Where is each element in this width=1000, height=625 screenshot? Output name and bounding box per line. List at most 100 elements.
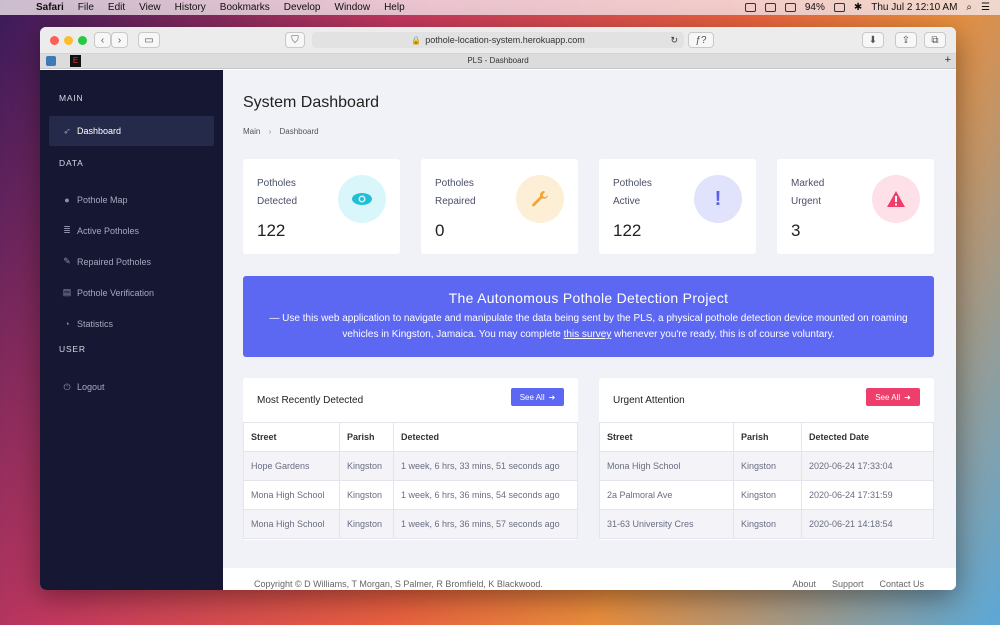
wifi-icon[interactable]	[784, 3, 796, 12]
see-all-recent-button[interactable]: See All ➜	[511, 388, 564, 406]
warning-icon	[872, 175, 920, 223]
column-header[interactable]: Parish	[339, 422, 394, 452]
stat-card-value: 3	[791, 221, 801, 240]
cell-parish: Kingston	[339, 509, 394, 539]
stat-label-line1: Potholes	[613, 178, 652, 189]
breadcrumb-main[interactable]: Main	[243, 127, 260, 136]
pie-chart-icon: ◔	[64, 318, 70, 329]
sidebar-section-main: MAIN	[59, 93, 84, 103]
status-area: 94% ✱ Thu Jul 2 12:10 AM ⌕ ☰	[744, 0, 990, 15]
tab-bar: E PLS - Dashboard +	[40, 54, 956, 69]
sidebar-item-pothole-verification[interactable]: ▤ Pothole Verification	[40, 277, 223, 308]
new-tab-button[interactable]: +	[945, 54, 951, 66]
recent-table: Street Parish Detected Hope Gardens King…	[243, 422, 578, 539]
see-all-label: See All	[519, 392, 545, 402]
menu-edit[interactable]: Edit	[108, 2, 125, 13]
column-header[interactable]: Parish	[733, 422, 802, 452]
urgent-table: Street Parish Detected Date Mona High Sc…	[599, 422, 934, 539]
stat-card-detected: Potholes Detected 122	[243, 159, 400, 254]
cell-date: 2020-06-24 17:31:59	[801, 480, 934, 510]
battery-icon[interactable]	[833, 3, 845, 12]
sidebar-toggle-icon[interactable]: ▭	[138, 32, 160, 48]
database-icon: ≣	[63, 225, 71, 235]
footer-link-about[interactable]: About	[792, 579, 816, 589]
browser-window: ‹ › ▭ ⛉ 🔒 pothole-location-system.heroku…	[40, 27, 956, 590]
share-icon[interactable]: ⇪	[895, 32, 917, 48]
power-icon: ⏻	[63, 381, 71, 392]
stat-label-line2: Repaired	[435, 196, 476, 207]
address-bar[interactable]: 🔒 pothole-location-system.herokuapp.com …	[312, 32, 684, 48]
footer-link-contact[interactable]: Contact Us	[879, 579, 924, 589]
sidebar-item-label: Repaired Potholes	[77, 256, 152, 267]
close-window-button[interactable]	[50, 36, 59, 45]
menu-window[interactable]: Window	[335, 2, 371, 13]
column-header[interactable]: Street	[243, 422, 340, 452]
menu-bookmarks[interactable]: Bookmarks	[220, 2, 270, 13]
table-row[interactable]: Mona High School Kingston 1 week, 6 hrs,…	[243, 509, 578, 539]
menu-help[interactable]: Help	[384, 2, 405, 13]
sidebar-item-label: Pothole Verification	[77, 287, 155, 298]
sidebar-item-repaired-potholes[interactable]: ✎ Repaired Potholes	[40, 246, 223, 277]
clock[interactable]: Thu Jul 2 12:10 AM	[871, 2, 957, 13]
sidebar-item-dashboard[interactable]: ➶ Dashboard	[49, 116, 214, 146]
app-root: MAIN ➶ Dashboard DATA ● Pothole Map ≣ Ac…	[40, 70, 956, 590]
menu-file[interactable]: File	[78, 2, 94, 13]
zoom-window-button[interactable]	[78, 36, 87, 45]
bluetooth-icon[interactable]: ✱	[854, 2, 862, 13]
sidebar-item-label: Pothole Map	[77, 194, 128, 205]
table-row[interactable]: Mona High School Kingston 1 week, 6 hrs,…	[243, 480, 578, 510]
sidebar-item-label: Logout	[77, 382, 105, 392]
cell-parish: Kingston	[339, 451, 394, 481]
column-header[interactable]: Street	[599, 422, 734, 452]
font-button[interactable]: ƒ?	[688, 32, 714, 48]
minimize-window-button[interactable]	[64, 36, 73, 45]
sidebar-item-pothole-map[interactable]: ● Pothole Map	[40, 184, 223, 215]
survey-link[interactable]: this survey	[564, 329, 612, 340]
airplay-icon[interactable]	[764, 3, 776, 12]
forward-button[interactable]: ›	[111, 32, 128, 48]
see-all-label: See All	[875, 392, 901, 402]
menu-view[interactable]: View	[139, 2, 161, 13]
privacy-shield-icon[interactable]: ⛉	[285, 32, 305, 48]
cell-parish: Kingston	[733, 451, 802, 481]
table-row[interactable]: Hope Gardens Kingston 1 week, 6 hrs, 33 …	[243, 451, 578, 481]
cell-street: Mona High School	[243, 480, 340, 510]
stat-label-line1: Potholes	[435, 178, 474, 189]
downloads-icon[interactable]: ⬇	[862, 32, 884, 48]
creative-cloud-icon[interactable]	[744, 3, 756, 12]
table-row[interactable]: 31-63 University Cres Kingston 2020-06-2…	[599, 509, 934, 539]
table-row[interactable]: Mona High School Kingston 2020-06-24 17:…	[599, 451, 934, 481]
tabs-overview-icon[interactable]: ⧉	[924, 32, 946, 48]
active-tab-title[interactable]: PLS - Dashboard	[40, 56, 956, 65]
panel-title: Urgent Attention	[613, 395, 685, 406]
breadcrumb: Main › Dashboard	[243, 127, 319, 136]
sidebar-item-statistics[interactable]: ◔ Statistics	[40, 308, 223, 339]
cell-street: 2a Palmoral Ave	[599, 480, 734, 510]
stat-label-line1: Marked	[791, 178, 825, 189]
menu-develop[interactable]: Develop	[284, 2, 321, 13]
menu-app-name[interactable]: Safari	[36, 2, 64, 13]
sidebar-item-label: Active Potholes	[77, 225, 140, 236]
see-all-urgent-button[interactable]: See All ➜	[866, 388, 920, 406]
rocket-icon: ➶	[63, 125, 71, 136]
column-header[interactable]: Detected	[393, 422, 578, 452]
exclamation-icon: !	[694, 175, 742, 223]
reload-icon[interactable]: ↻	[670, 35, 678, 46]
sidebar-item-logout[interactable]: ⏻ Logout	[40, 372, 223, 402]
sidebar-item-active-potholes[interactable]: ≣ Active Potholes	[40, 215, 223, 246]
menu-history[interactable]: History	[175, 2, 206, 13]
main-content: System Dashboard Main › Dashboard Pothol…	[223, 70, 956, 590]
breadcrumb-dashboard: Dashboard	[279, 127, 319, 136]
footer-link-support[interactable]: Support	[832, 579, 864, 589]
copyright-text: Copyright © D Williams, T Morgan, S Palm…	[254, 579, 543, 589]
page-footer: Copyright © D Williams, T Morgan, S Palm…	[223, 568, 956, 590]
table-row[interactable]: 2a Palmoral Ave Kingston 2020-06-24 17:3…	[599, 480, 934, 510]
clipboard-icon: ▤	[62, 287, 72, 297]
arrow-right-icon: ➜	[904, 392, 911, 402]
spotlight-icon[interactable]: ⌕	[966, 2, 972, 13]
column-header[interactable]: Detected Date	[801, 422, 934, 452]
stat-card-label: Potholes Detected	[257, 175, 327, 211]
control-center-icon[interactable]: ☰	[981, 2, 990, 13]
cell-street: Mona High School	[243, 509, 340, 539]
back-button[interactable]: ‹	[94, 32, 111, 48]
